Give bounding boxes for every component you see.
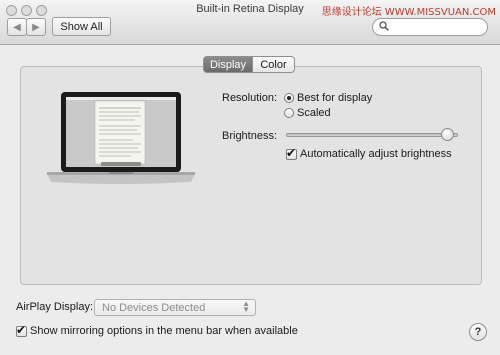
window-titlebar: Built-in Retina Display 思缘设计论坛 WWW.MISSV… [0,0,500,45]
radio-selected-dot [287,96,291,100]
resolution-scaled-radio[interactable] [284,108,294,118]
auto-brightness-checkbox[interactable]: ✔ [286,146,297,160]
search-icon [379,21,389,31]
help-button[interactable]: ? [469,323,487,341]
chevron-left-icon: ◀ [13,21,21,33]
tab-color[interactable]: Color [252,56,295,73]
help-icon: ? [474,326,482,338]
airplay-popup[interactable]: No Devices Detected ▲ ▼ [94,299,256,316]
search-input[interactable] [391,20,481,33]
updown-arrows-icon: ▲ ▼ [242,299,250,314]
show-all-button[interactable]: Show All [52,17,111,36]
checkmark-icon: ✔ [16,323,27,337]
mirroring-label[interactable]: Show mirroring options in the menu bar w… [30,325,298,337]
resolution-label: Resolution: [222,92,278,104]
brightness-label: Brightness: [222,130,278,142]
macbook-image [47,92,195,184]
airplay-label: AirPlay Display: [16,301,94,313]
resolution-best-label[interactable]: Best for display [297,92,372,104]
forward-button[interactable]: ▶ [26,18,46,36]
resolution-scaled-label[interactable]: Scaled [297,107,331,119]
resolution-best-radio[interactable] [284,93,294,103]
chevron-right-icon: ▶ [32,21,40,33]
watermark-text: 思缘设计论坛 WWW.MISSVUAN.COM [321,7,496,18]
search-field[interactable] [372,18,488,36]
tab-display[interactable]: Display [203,56,253,73]
brightness-slider-knob[interactable] [440,128,454,141]
mirroring-checkbox[interactable]: ✔ [16,323,27,337]
brightness-slider-track[interactable] [286,133,458,137]
checkmark-icon: ✔ [286,146,297,160]
back-button[interactable]: ◀ [7,18,27,36]
airplay-selected-value: No Devices Detected [102,302,206,314]
auto-brightness-label[interactable]: Automatically adjust brightness [300,148,452,160]
